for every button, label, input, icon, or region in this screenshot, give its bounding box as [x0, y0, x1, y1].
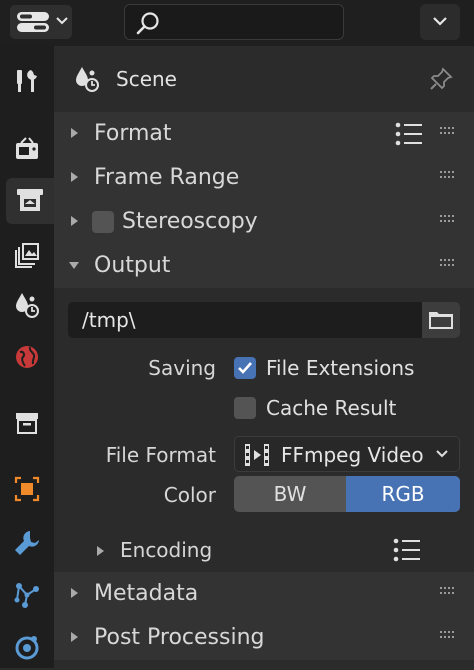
folder-icon: [429, 312, 453, 329]
color-label: Color: [163, 483, 216, 507]
properties-main: Scene Format Frame Range Stereoscopy Out…: [54, 46, 474, 668]
editor-type-selector[interactable]: [10, 5, 72, 39]
panel-output[interactable]: Output: [54, 244, 474, 288]
color-bw-button[interactable]: BW: [234, 476, 346, 512]
drag-handle-icon[interactable]: [440, 259, 458, 271]
color-rgb-button[interactable]: RGB: [346, 476, 460, 512]
render-icon: [16, 137, 38, 159]
tab-render[interactable]: [4, 126, 50, 172]
scene-icon: [16, 293, 39, 318]
browse-folder-button[interactable]: [422, 302, 460, 338]
presets-list-icon[interactable]: [394, 122, 424, 146]
panel-format[interactable]: Format: [54, 112, 474, 156]
tool-icon: [17, 70, 37, 92]
panel-title: Stereoscopy: [122, 209, 258, 234]
search-input[interactable]: [124, 4, 344, 40]
file-format-select[interactable]: FFmpeg Video: [234, 436, 460, 472]
output-icon: [17, 189, 43, 211]
cache-result-checkbox[interactable]: [234, 397, 256, 419]
presets-list-icon[interactable]: [392, 538, 422, 562]
collapse-triangle-icon: [69, 262, 79, 269]
expand-triangle-icon: [71, 632, 78, 642]
tab-view-layer[interactable]: [4, 232, 50, 278]
properties-header: [0, 0, 474, 46]
drag-handle-icon[interactable]: [440, 215, 458, 227]
checkmark-icon: [238, 362, 252, 374]
file-format-value: FFmpeg Video: [281, 443, 424, 467]
output-path-field[interactable]: /tmp\: [68, 302, 422, 338]
panel-title: Frame Range: [94, 165, 240, 190]
expand-triangle-icon: [71, 216, 78, 226]
film-icon: [245, 444, 269, 466]
particles-icon: [14, 583, 39, 608]
expand-triangle-icon: [71, 588, 78, 598]
file-extensions-checkbox[interactable]: [234, 357, 256, 379]
subpanel-encoding[interactable]: Encoding: [68, 532, 460, 570]
file-format-label: File Format: [105, 443, 216, 467]
tab-scene[interactable]: [4, 282, 50, 328]
object-icon: [14, 476, 40, 502]
search-icon: [136, 12, 159, 35]
drag-handle-icon[interactable]: [440, 127, 458, 139]
pin-icon[interactable]: [428, 66, 454, 92]
drag-handle-icon[interactable]: [440, 631, 458, 643]
stereoscopy-checkbox[interactable]: [92, 211, 114, 233]
drag-handle-icon[interactable]: [440, 171, 458, 183]
tab-object[interactable]: [4, 466, 50, 512]
tab-output[interactable]: [6, 178, 54, 224]
subpanel-title: Encoding: [120, 538, 213, 562]
tab-world[interactable]: [4, 334, 50, 380]
saving-label: Saving: [148, 356, 216, 380]
tab-particles[interactable]: [4, 572, 50, 618]
panel-title: Metadata: [94, 581, 199, 606]
panel-title: Post Processing: [94, 625, 265, 650]
chevron-down-icon: [436, 450, 448, 458]
wrench-icon: [15, 531, 39, 555]
tab-collection[interactable]: [4, 400, 50, 446]
expand-triangle-icon: [97, 546, 104, 556]
expand-triangle-icon: [71, 172, 78, 182]
options-dropdown-button[interactable]: [420, 4, 460, 40]
cache-result-label: Cache Result: [266, 396, 397, 420]
collection-icon: [16, 413, 38, 434]
chevron-down-icon: [56, 17, 68, 25]
physics-icon: [15, 636, 39, 660]
tab-modifiers[interactable]: [4, 520, 50, 566]
file-extensions-label: File Extensions: [266, 356, 415, 380]
world-icon: [16, 346, 38, 368]
context-label: Scene: [116, 67, 177, 91]
tab-physics[interactable]: [4, 624, 50, 670]
panel-stereoscopy[interactable]: Stereoscopy: [54, 200, 474, 244]
properties-tabs: [0, 46, 54, 668]
panel-frame-range[interactable]: Frame Range: [54, 156, 474, 200]
panel-metadata[interactable]: Metadata: [54, 572, 474, 616]
chevron-down-icon: [433, 17, 447, 26]
view-layer-icon: [15, 243, 39, 268]
tab-tool[interactable]: [4, 58, 50, 104]
scene-icon: [76, 67, 99, 92]
properties-editor-icon: [17, 12, 49, 32]
panel-title: Format: [94, 121, 172, 146]
output-path-value: /tmp\: [82, 308, 136, 332]
context-path: Scene: [54, 56, 474, 100]
drag-handle-icon[interactable]: [440, 587, 458, 599]
expand-triangle-icon: [71, 128, 78, 138]
panel-post-processing[interactable]: Post Processing: [54, 616, 474, 660]
panel-title: Output: [94, 253, 171, 278]
